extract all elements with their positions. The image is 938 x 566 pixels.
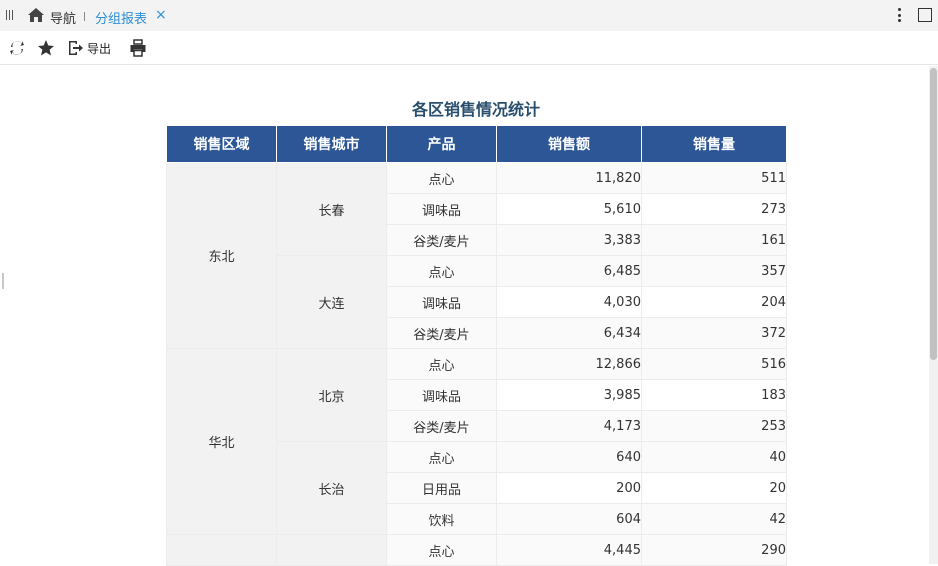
tab-grouped-report[interactable]: 分组报表 [95, 8, 147, 27]
grouped-report-table: 销售区域 销售城市 产品 销售额 销售量 东北 长春 点心 11,820 511 调味品 5… [166, 125, 787, 566]
qty-cell: 42 [641, 503, 787, 535]
resize-handle[interactable] [2, 273, 4, 289]
qty-cell: 372 [641, 317, 787, 349]
amount-cell: 3,985 [496, 379, 642, 411]
amount-cell: 4,173 [496, 410, 642, 442]
product-cell: 点心 [386, 255, 497, 287]
close-icon[interactable]: × [155, 7, 167, 23]
tab-separator [84, 12, 85, 21]
qty-cell: 290 [641, 534, 787, 566]
export-button[interactable]: 导出 [87, 40, 111, 57]
city-cell: 长春 [276, 162, 387, 256]
region-cell [166, 534, 277, 566]
table-row: 东北 长春 点心 11,820 511 [166, 162, 787, 349]
qty-cell: 40 [641, 441, 787, 473]
city-cell [276, 534, 387, 566]
scrollbar-thumb[interactable] [930, 68, 937, 360]
col-header-qty[interactable]: 销售量 [641, 125, 787, 163]
table-row: 华北 北京 点心 12,866 516 [166, 348, 787, 535]
col-header-amount[interactable]: 销售额 [496, 125, 642, 163]
city-cell: 北京 [276, 348, 387, 442]
qty-cell: 511 [641, 162, 787, 194]
qty-cell: 357 [641, 255, 787, 287]
amount-cell: 11,820 [496, 162, 642, 194]
table-row: 点心 4,445 290 [166, 534, 787, 566]
product-cell: 点心 [386, 162, 497, 194]
report-title: 各区销售情况统计 [411, 100, 540, 119]
qty-cell: 273 [641, 193, 787, 225]
star-icon[interactable] [37, 39, 55, 57]
amount-cell: 200 [496, 472, 642, 504]
col-header-city[interactable]: 销售城市 [276, 125, 387, 163]
print-icon[interactable] [129, 39, 147, 57]
qty-cell: 516 [641, 348, 787, 380]
tab-bar: 导航 分组报表 × [0, 0, 938, 31]
amount-cell: 4,445 [496, 534, 642, 566]
qty-cell: 20 [641, 472, 787, 504]
qty-cell: 253 [641, 410, 787, 442]
product-cell: 点心 [386, 534, 497, 566]
product-cell: 调味品 [386, 286, 497, 318]
product-cell: 日用品 [386, 472, 497, 504]
table-header-row: 销售区域 销售城市 产品 销售额 销售量 [166, 125, 787, 163]
qty-cell: 183 [641, 379, 787, 411]
amount-cell: 640 [496, 441, 642, 473]
tab-nav[interactable]: 导航 [50, 8, 76, 27]
maximize-icon[interactable] [918, 8, 932, 22]
amount-cell: 3,383 [496, 224, 642, 256]
product-cell: 谷类/麦片 [386, 224, 497, 256]
product-cell: 调味品 [386, 379, 497, 411]
product-cell: 谷类/麦片 [386, 317, 497, 349]
amount-cell: 5,610 [496, 193, 642, 225]
table-body: 东北 长春 点心 11,820 511 调味品 5,610 273 谷类/麦片 3,383 161 大… [166, 162, 787, 566]
amount-cell: 4,030 [496, 286, 642, 318]
region-cell: 东北 [166, 162, 277, 349]
amount-cell: 12,866 [496, 348, 642, 380]
city-cell: 长治 [276, 441, 387, 535]
product-cell: 饮料 [386, 503, 497, 535]
qty-cell: 204 [641, 286, 787, 318]
more-vertical-icon[interactable] [896, 6, 902, 24]
amount-cell: 604 [496, 503, 642, 535]
report-toolbar: 导出 [0, 31, 938, 65]
city-cell: 大连 [276, 255, 387, 349]
home-icon[interactable] [27, 7, 45, 23]
col-header-region[interactable]: 销售区域 [166, 125, 277, 163]
region-cell: 华北 [166, 348, 277, 535]
amount-cell: 6,434 [496, 317, 642, 349]
product-cell: 谷类/麦片 [386, 410, 497, 442]
refresh-icon[interactable] [8, 39, 26, 57]
col-header-product[interactable]: 产品 [386, 125, 497, 163]
product-cell: 点心 [386, 441, 497, 473]
product-cell: 点心 [386, 348, 497, 380]
qty-cell: 161 [641, 224, 787, 256]
list-menu-icon[interactable] [6, 10, 16, 21]
amount-cell: 6,485 [496, 255, 642, 287]
product-cell: 调味品 [386, 193, 497, 225]
export-icon[interactable] [67, 39, 85, 57]
